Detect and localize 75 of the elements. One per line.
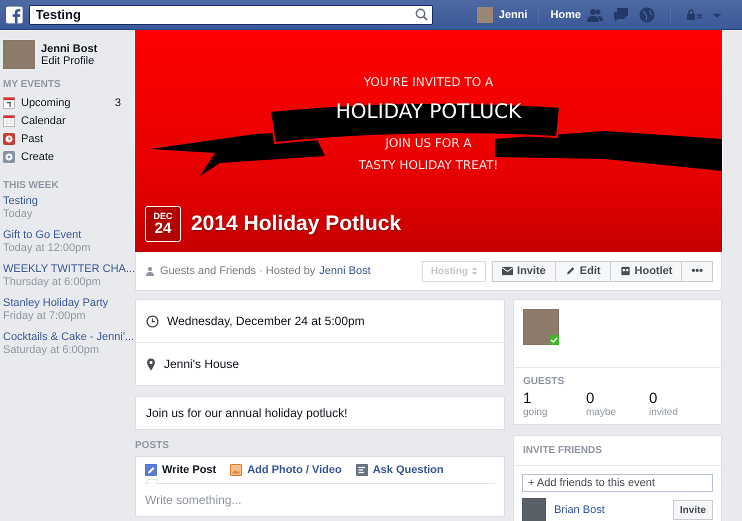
cover-text: YOU’RE INVITED TO A — [364, 76, 494, 88]
edit-profile-link[interactable]: Edit Profile — [41, 54, 98, 66]
profile-name[interactable]: Jenni Bost — [41, 42, 98, 54]
avatar-photo[interactable] — [476, 6, 493, 22]
invite-button[interactable]: Invite — [672, 500, 713, 520]
friends-icon[interactable] — [587, 6, 603, 22]
host-link[interactable]: Jenni Bost — [319, 265, 371, 277]
section-heading: POSTS — [135, 440, 170, 451]
event-date: Wednesday, December 24 at 5:00pm — [167, 314, 365, 328]
composer-tab[interactable]: Add Photo / Video — [230, 457, 342, 483]
composer-tab[interactable]: Ask Question — [356, 457, 444, 483]
search-field[interactable]: Testing — [28, 4, 433, 24]
section-heading: INVITE FRIENDS — [523, 445, 603, 456]
friend-photo — [522, 498, 546, 521]
envelope-icon — [502, 266, 514, 276]
event-link[interactable]: WEEKLY TWITTER CHA... — [3, 263, 135, 276]
calendar-icon — [3, 115, 15, 127]
more-button[interactable]: ••• — [682, 260, 713, 282]
people-icon — [146, 266, 156, 276]
event-title: 2014 Holiday Potluck — [191, 212, 402, 236]
sidebar-item[interactable]: Create — [3, 148, 135, 166]
composer-tab[interactable]: Write Post — [145, 457, 216, 483]
event-link[interactable]: Stanley Holiday Party — [3, 297, 135, 310]
messages-icon[interactable] — [613, 6, 629, 22]
event-description: Join us for our annual holiday potluck! — [146, 406, 348, 420]
add-friends-field[interactable]: + Add friends to this event — [522, 474, 713, 492]
map-pin-icon — [146, 358, 156, 370]
guest-label: going — [523, 407, 548, 418]
event-link[interactable]: Testing — [3, 195, 135, 208]
picture-icon — [230, 464, 242, 476]
event-time: Thursday at 6:00pm — [3, 276, 102, 289]
guest-count[interactable]: 0 — [586, 390, 649, 407]
sidebar-item[interactable]: Past — [3, 130, 135, 148]
search-icon[interactable] — [414, 8, 428, 21]
invite-button[interactable]: Invite — [492, 260, 556, 282]
cover-text: HOLIDAY POTLUCK — [336, 101, 522, 121]
check-icon — [549, 335, 559, 345]
logo-icon[interactable] — [6, 6, 23, 24]
event-link[interactable]: Cocktails & Cake - Jenni'... — [3, 331, 135, 344]
guest-count[interactable]: 0 — [649, 390, 712, 407]
sidebar-item[interactable]: Calendar — [3, 112, 135, 130]
guest-photo[interactable] — [523, 309, 559, 345]
event-time: Friday at 7:00pm — [3, 310, 87, 323]
friend-name[interactable]: Brian Bost — [554, 504, 605, 516]
lock-menu-icon[interactable] — [686, 6, 702, 22]
guest-count[interactable]: 1 — [523, 390, 586, 407]
profile-link[interactable]: Jenni — [498, 8, 528, 20]
guest-label: invited — [649, 407, 679, 418]
section-heading: GUESTS — [523, 376, 566, 387]
cover-text: JOIN US FOR A — [385, 137, 472, 149]
edit-button[interactable]: Edit — [556, 260, 611, 282]
hootlet-button[interactable]: Hootlet — [610, 260, 682, 282]
globe-icon[interactable] — [639, 6, 655, 22]
date-badge: DEC 24 — [145, 206, 181, 242]
event-location: Jenni's House — [164, 357, 239, 371]
section-heading: THIS WEEK — [3, 180, 60, 191]
clock-icon — [3, 133, 15, 145]
cover-text: TASTY HOLIDAY TREAT! — [358, 159, 498, 171]
section-heading: MY EVENTS — [3, 79, 62, 90]
calendar-page-icon — [3, 97, 15, 109]
guest-label: maybe — [586, 407, 618, 418]
home-link[interactable]: Home — [550, 8, 581, 20]
search-input[interactable]: Testing — [36, 7, 415, 22]
event-time: Today at 12:00pm — [3, 242, 92, 255]
post-composer[interactable]: Write Post Add Photo / Video Ask Question Write something... — [135, 456, 505, 517]
clock-icon — [146, 314, 159, 328]
sort-arrows-icon — [472, 267, 478, 275]
pencil-icon — [564, 266, 576, 276]
event-time: Today — [3, 208, 34, 221]
pencil-icon — [145, 464, 157, 476]
list-icon — [356, 464, 368, 476]
event-time: Saturday at 6:00pm — [3, 344, 100, 357]
sidebar-item[interactable]: Upcoming 3 — [3, 94, 135, 112]
audience-text: Guests and Friends · Hosted by — [160, 265, 316, 277]
event-link[interactable]: Gift to Go Event — [3, 229, 135, 242]
